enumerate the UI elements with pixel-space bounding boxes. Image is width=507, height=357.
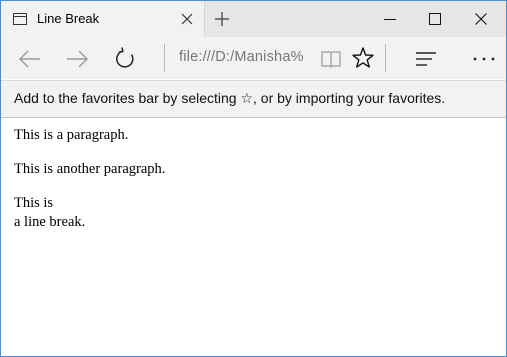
address-bar[interactable]: file:///D:/Manisha%: [179, 49, 305, 69]
back-arrow-icon[interactable]: [17, 46, 43, 72]
page-content: This is a paragraph. This is another par…: [1, 118, 506, 356]
star-icon[interactable]: [351, 46, 375, 70]
paragraph-line: This is: [14, 195, 54, 211]
more-icon[interactable]: [471, 47, 497, 71]
tab-close-icon[interactable]: [179, 11, 195, 27]
minimize-button[interactable]: [368, 1, 413, 37]
browser-window: Line Break file:///D:/Manisha% Add to th…: [0, 0, 507, 357]
maximize-button[interactable]: [413, 1, 458, 37]
forward-arrow-icon[interactable]: [64, 46, 90, 72]
favorites-bar-message: Add to the favorites bar by selecting ☆,…: [14, 90, 446, 106]
close-window-button[interactable]: [459, 1, 504, 37]
paragraph: This is a paragraph.: [14, 127, 129, 143]
tab-title: Line Break: [37, 11, 100, 26]
paragraph: This is another paragraph.: [14, 161, 166, 177]
title-bar: Line Break: [1, 1, 506, 37]
close-icon: [475, 13, 487, 25]
minimize-icon: [384, 19, 396, 20]
tab-line-break[interactable]: Line Break: [1, 1, 205, 37]
new-tab-plus-icon[interactable]: [213, 10, 231, 28]
hub-icon[interactable]: [413, 47, 439, 71]
refresh-icon[interactable]: [112, 46, 138, 72]
favorites-bar-prompt: Add to the favorites bar by selecting ☆,…: [1, 80, 506, 118]
reading-view-icon[interactable]: [319, 47, 343, 71]
toolbar-separator: [385, 44, 386, 72]
page-icon: [12, 11, 28, 27]
navigation-bar: file:///D:/Manisha%: [1, 37, 506, 79]
toolbar-separator: [164, 44, 165, 72]
maximize-icon: [429, 13, 441, 25]
paragraph-line-after-break: a line break.: [14, 214, 86, 230]
